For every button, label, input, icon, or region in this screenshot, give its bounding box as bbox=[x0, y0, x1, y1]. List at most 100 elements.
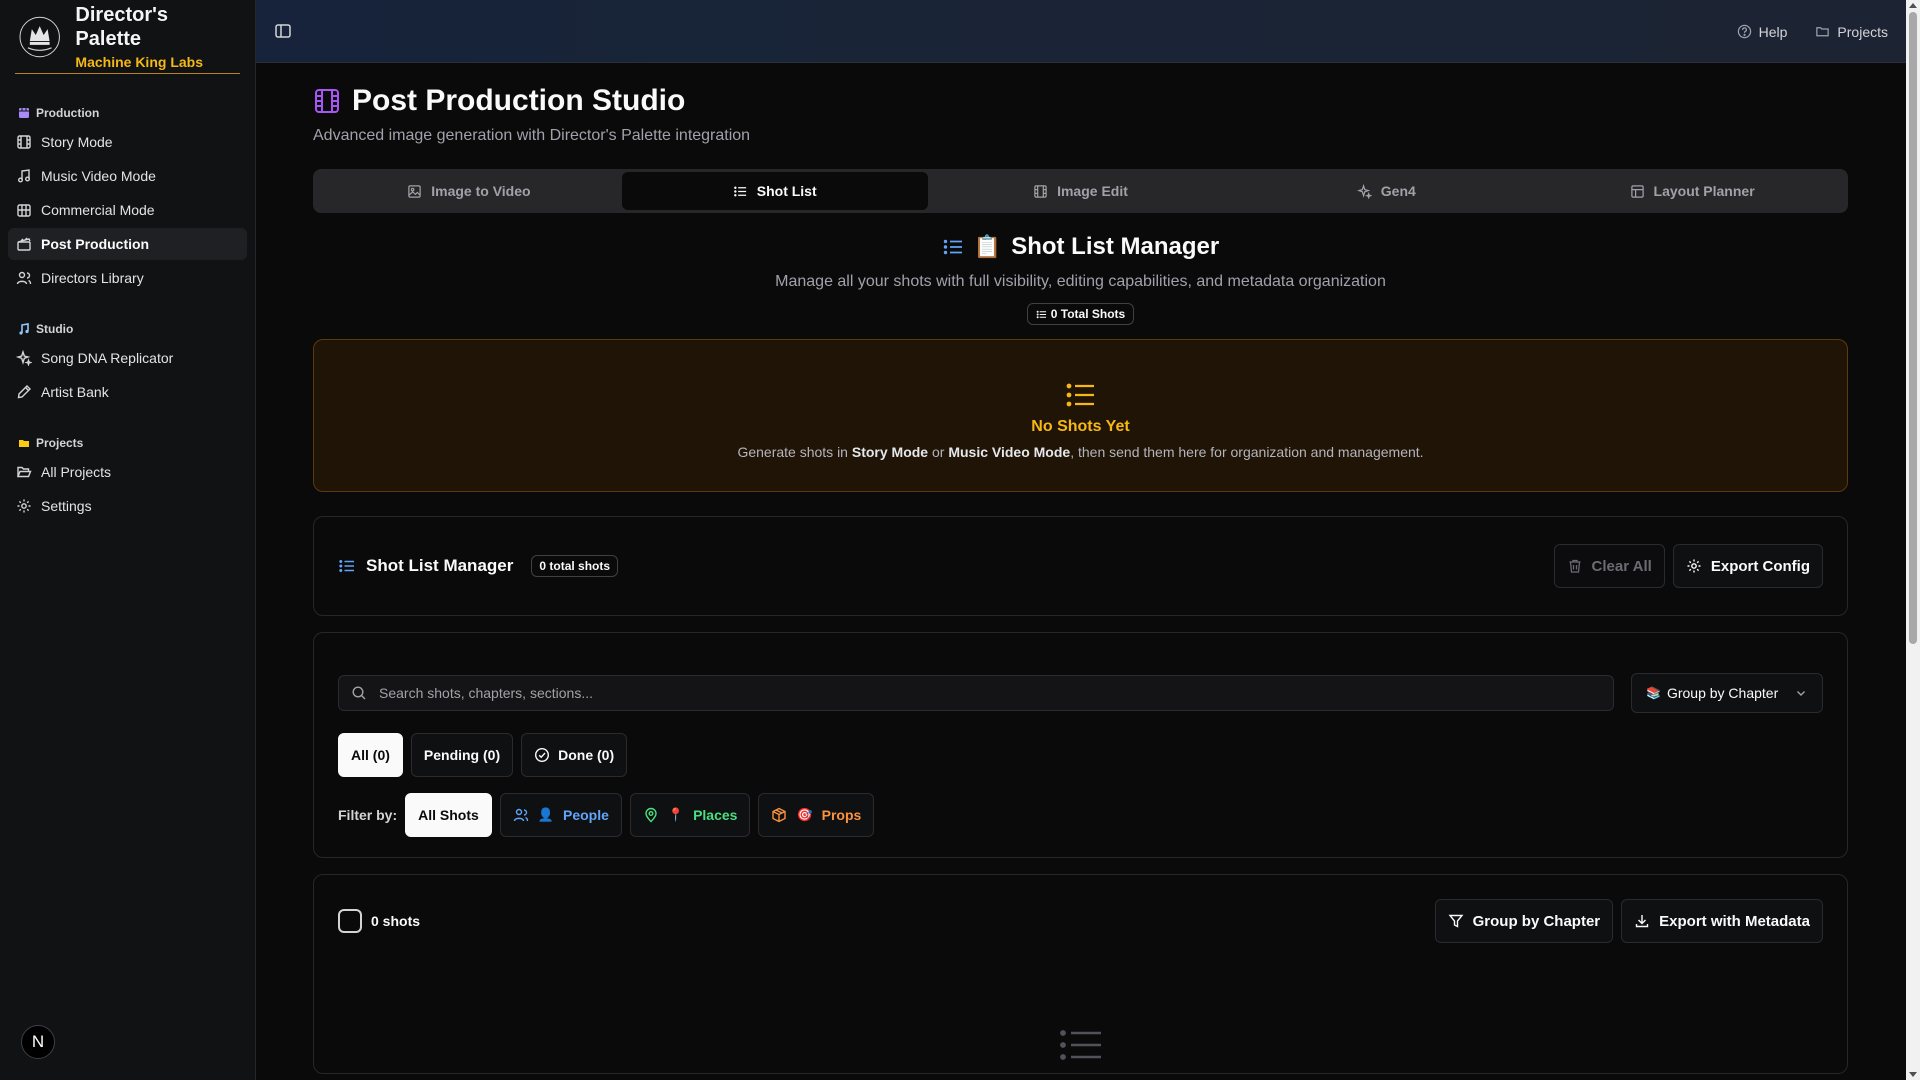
no-shots-description: Generate shots in Story Mode or Music Vi… bbox=[737, 444, 1424, 460]
brand-divider bbox=[15, 73, 240, 74]
tab-layout-planner[interactable]: Layout Planner bbox=[1539, 172, 1845, 210]
clipboard-emoji: 📋 bbox=[973, 234, 1002, 259]
shot-list-description: Manage all your shots with full visibili… bbox=[775, 273, 1386, 290]
chevron-down-icon bbox=[1797, 691, 1805, 696]
group-by-chapter-button[interactable]: Group by Chapter bbox=[1434, 899, 1614, 943]
sidebar-item-settings[interactable]: Settings bbox=[8, 490, 247, 522]
filter-props-button[interactable]: 🎯 Props bbox=[758, 793, 875, 837]
top-bar: Help Projects bbox=[256, 0, 1906, 63]
sidebar-item-label: Settings bbox=[41, 498, 92, 514]
sidebar-toggle-icon[interactable] bbox=[274, 22, 292, 40]
help-link[interactable]: Help bbox=[1737, 24, 1787, 40]
group-by-select[interactable]: 📚 Group by Chapter bbox=[1631, 673, 1823, 713]
sparkles-icon bbox=[1356, 183, 1372, 199]
export-with-metadata-button[interactable]: Export with Metadata bbox=[1621, 899, 1823, 943]
sidebar-item-music-video-mode[interactable]: Music Video Mode bbox=[8, 160, 247, 192]
story-mode-link: Story Mode bbox=[851, 444, 929, 460]
shot-list-card: 0 shots Group by Chapter Export with Met… bbox=[313, 874, 1848, 1074]
help-circle-icon bbox=[1737, 24, 1751, 39]
folder-open-icon bbox=[16, 466, 32, 478]
image-icon bbox=[408, 184, 421, 198]
filter-by-label: Filter by: bbox=[338, 807, 398, 823]
scroll-thumb[interactable] bbox=[1909, 12, 1917, 644]
sidebar-item-story-mode[interactable]: Story Mode bbox=[8, 126, 247, 158]
clear-all-button[interactable]: Clear All bbox=[1553, 544, 1665, 588]
download-icon bbox=[1635, 915, 1649, 928]
briefcase-icon bbox=[17, 204, 31, 217]
filter-all-shots-button[interactable]: All Shots bbox=[405, 793, 492, 837]
sidebar-item-label: Story Mode bbox=[41, 134, 113, 150]
books-icon: 📚 bbox=[1646, 686, 1661, 700]
page-title: Post Production Studio bbox=[352, 84, 686, 117]
projects-label: Projects bbox=[1837, 23, 1888, 40]
total-shots-count-badge: 0 total shots bbox=[531, 555, 619, 577]
list-icon bbox=[1066, 383, 1094, 407]
sidebar-item-post-production[interactable]: Post Production bbox=[8, 228, 247, 260]
group-by-value: Group by Chapter bbox=[1666, 685, 1779, 701]
status-all-button[interactable]: All (0) bbox=[338, 733, 403, 777]
scroll-up-arrow-icon[interactable] bbox=[1909, 3, 1917, 8]
sidebar-item-label: All Projects bbox=[41, 464, 112, 480]
search-input[interactable] bbox=[379, 685, 1601, 701]
clapper-icon bbox=[19, 108, 29, 118]
page-subtitle: Advanced image generation with Director'… bbox=[313, 127, 751, 144]
list-icon bbox=[1036, 310, 1046, 318]
sidebar-item-label: Post Production bbox=[41, 236, 150, 252]
sidebar-item-label: Directors Library bbox=[41, 270, 144, 286]
folder-icon bbox=[19, 440, 29, 447]
tab-label: Image to Video bbox=[431, 183, 531, 199]
search-box bbox=[338, 675, 1614, 711]
total-shots-badge: 0 Total Shots bbox=[1026, 303, 1135, 325]
tab-image-to-video[interactable]: Image to Video bbox=[316, 172, 622, 210]
manager-title: Shot List Manager bbox=[366, 556, 514, 575]
sidebar: Director's Palette Machine King Labs Pro… bbox=[0, 0, 256, 1080]
select-all-checkbox[interactable] bbox=[338, 909, 362, 933]
book-icon bbox=[17, 135, 31, 149]
export-config-button[interactable]: Export Config bbox=[1672, 544, 1823, 588]
sidebar-item-artist-bank[interactable]: Artist Bank bbox=[8, 376, 247, 408]
clapper-icon bbox=[17, 237, 31, 251]
list-icon bbox=[733, 186, 746, 196]
tab-gen4[interactable]: Gen4 bbox=[1233, 172, 1539, 210]
shot-list-header: 📋 Shot List Manager Manage all your shot… bbox=[313, 231, 1848, 325]
user-avatar[interactable]: N bbox=[21, 1025, 55, 1059]
crown-logo-icon bbox=[19, 16, 60, 58]
map-pin-icon bbox=[645, 807, 657, 823]
person-emoji: 👤 bbox=[537, 807, 554, 822]
sidebar-item-all-projects[interactable]: All Projects bbox=[8, 456, 247, 488]
scroll-down-arrow-icon[interactable] bbox=[1909, 1072, 1917, 1077]
filters-card: 📚 Group by Chapter All (0) Pending (0) D… bbox=[313, 632, 1848, 858]
status-done-button[interactable]: Done (0) bbox=[521, 733, 628, 777]
no-shots-banner: No Shots Yet Generate shots in Story Mod… bbox=[313, 339, 1848, 492]
users-icon bbox=[16, 271, 32, 285]
target-emoji: 🎯 bbox=[796, 807, 813, 822]
main-content: Post Production Studio Advanced image ge… bbox=[313, 63, 1848, 1074]
nav-group-production: Production Story Mode Music Video Mode C… bbox=[0, 102, 255, 294]
filter-people-button[interactable]: 👤 People bbox=[499, 793, 622, 837]
status-pending-button[interactable]: Pending (0) bbox=[410, 733, 514, 777]
film-icon bbox=[315, 89, 339, 113]
tab-image-edit[interactable]: Image Edit bbox=[928, 172, 1234, 210]
gear-icon bbox=[1687, 559, 1701, 573]
total-shots-label: 0 Total Shots bbox=[1050, 307, 1126, 321]
post-production-tabs: Image to Video Shot List Image Edit Gen4… bbox=[313, 169, 1848, 213]
users-icon bbox=[513, 808, 528, 822]
sidebar-item-commercial-mode[interactable]: Commercial Mode bbox=[8, 194, 247, 226]
filter-places-button[interactable]: 📍 Places bbox=[629, 793, 751, 837]
nav-group-label: Projects bbox=[36, 436, 84, 450]
sparkles-icon bbox=[16, 350, 32, 366]
music-video-mode-link: Music Video Mode bbox=[948, 444, 1071, 460]
nav-group-projects: Projects All Projects Settings bbox=[0, 432, 255, 522]
category-filter-row: Filter by: All Shots 👤 People 📍 Places 🎯… bbox=[338, 793, 1823, 837]
projects-link[interactable]: Projects bbox=[1815, 24, 1888, 40]
page-scrollbar[interactable] bbox=[1906, 0, 1920, 1080]
sidebar-item-directors-library[interactable]: Directors Library bbox=[8, 262, 247, 294]
nav-group-studio: Studio Song DNA Replicator Artist Bank bbox=[0, 318, 255, 408]
list-icon bbox=[1059, 1030, 1101, 1060]
film-icon bbox=[1034, 184, 1047, 198]
sidebar-item-song-dna-replicator[interactable]: Song DNA Replicator bbox=[8, 342, 247, 374]
music-note-icon bbox=[19, 323, 29, 335]
tab-shot-list[interactable]: Shot List bbox=[621, 172, 928, 210]
tab-label: Shot List bbox=[756, 183, 817, 199]
trash-icon bbox=[1569, 559, 1581, 573]
